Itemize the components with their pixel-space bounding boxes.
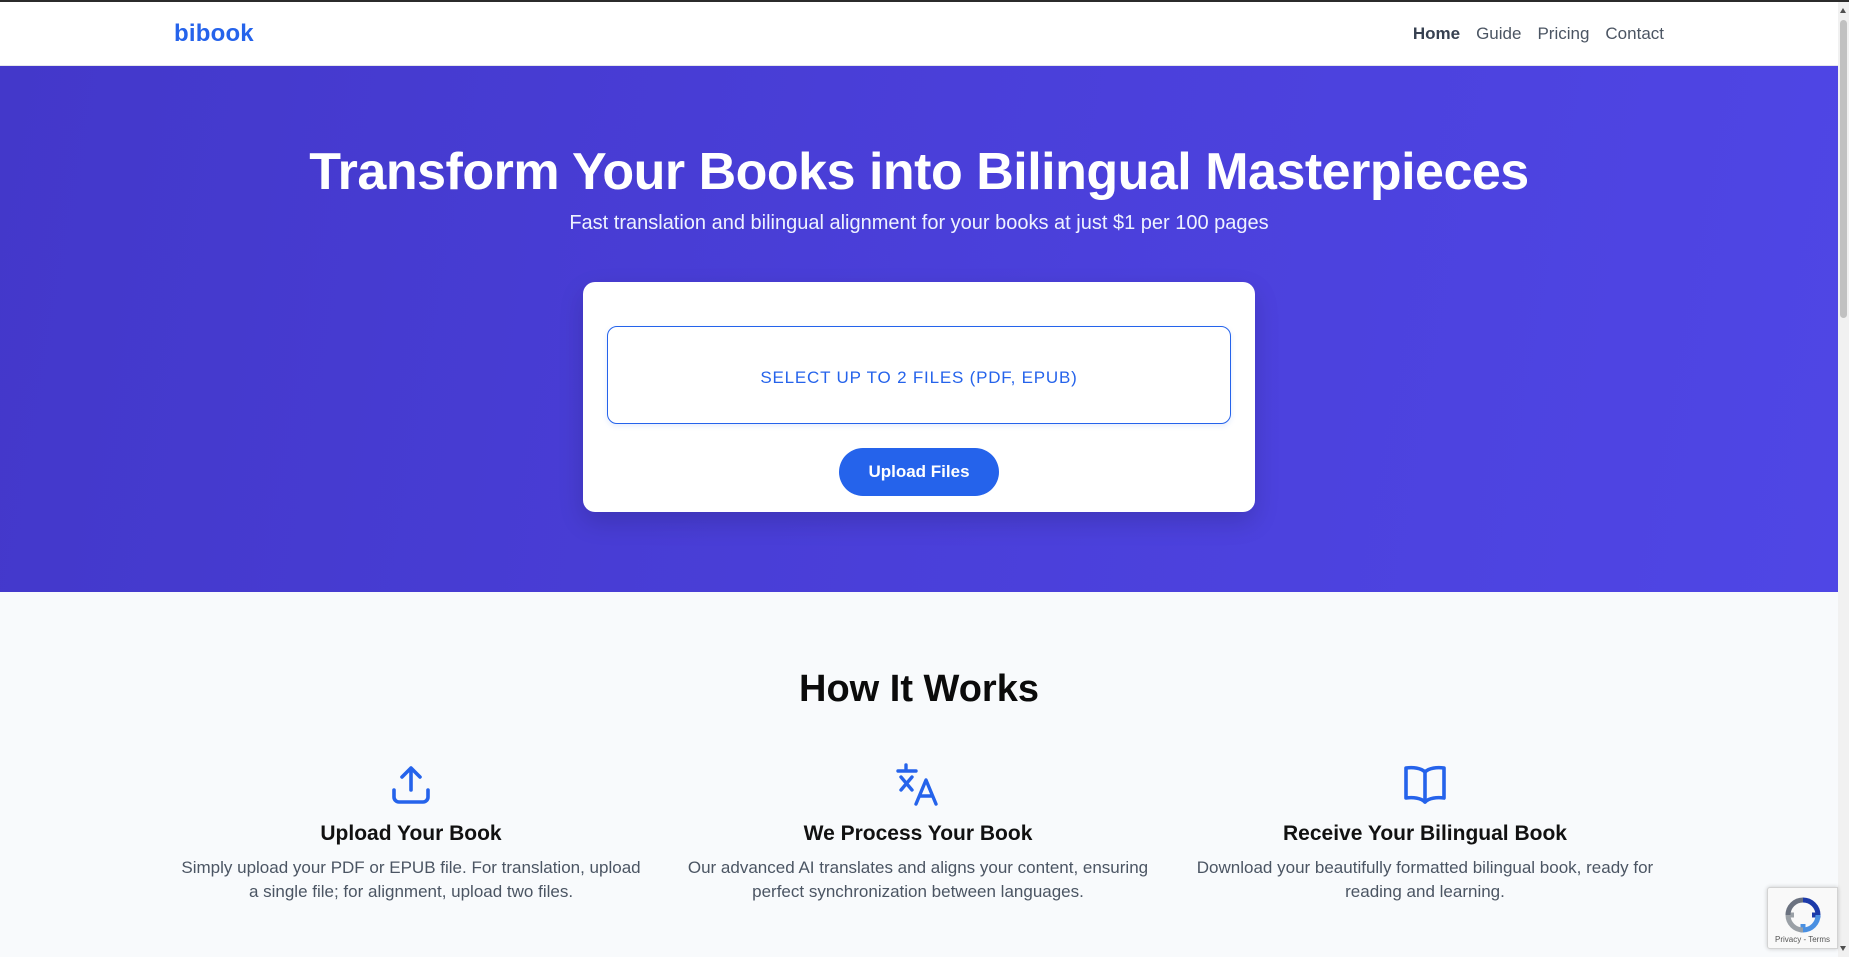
translate-icon: [896, 763, 938, 806]
step-upload-title: Upload Your Book: [320, 822, 502, 845]
how-it-works-title: How It Works: [799, 668, 1039, 710]
book-open-icon: [1404, 765, 1446, 804]
scroll-down-arrow-icon[interactable]: [1840, 946, 1846, 951]
step-upload-desc: Simply upload your PDF or EPUB file. For…: [181, 858, 641, 901]
upload-files-button[interactable]: Upload Files: [839, 448, 999, 496]
scroll-up-arrow-icon[interactable]: [1840, 8, 1846, 13]
file-select-label: SELECT UP TO 2 FILES (PDF, EPUB): [760, 368, 1078, 387]
file-select-input[interactable]: SELECT UP TO 2 FILES (PDF, EPUB): [607, 326, 1231, 424]
step-upload: Upload Your Book Simply upload your PDF …: [171, 760, 651, 904]
nav-pricing[interactable]: Pricing: [1537, 24, 1589, 44]
step-receive: Receive Your Bilingual Book Download you…: [1185, 760, 1665, 904]
brand-logo[interactable]: bibook: [174, 20, 254, 48]
navbar: bibook Home Guide Pricing Contact: [0, 2, 1838, 66]
nav-home[interactable]: Home: [1413, 24, 1460, 44]
step-process-desc: Our advanced AI translates and aligns yo…: [687, 858, 1149, 901]
how-it-works-section: How It Works Upload Your Book Simply upl…: [0, 592, 1838, 957]
recaptcha-links[interactable]: Privacy - Terms: [1768, 935, 1837, 944]
scroll-thumb[interactable]: [1840, 20, 1847, 318]
hero-section: Transform Your Books into Bilingual Mast…: [0, 66, 1838, 592]
step-receive-title: Receive Your Bilingual Book: [1283, 822, 1567, 845]
step-receive-desc: Download your beautifully formatted bili…: [1196, 858, 1654, 901]
upload-card: SELECT UP TO 2 FILES (PDF, EPUB) Upload …: [583, 282, 1255, 512]
step-process-title: We Process Your Book: [803, 822, 1033, 845]
nav-links: Home Guide Pricing Contact: [1413, 24, 1664, 44]
hero-subtitle: Fast translation and bilingual alignment…: [569, 212, 1269, 234]
recaptcha-badge[interactable]: Privacy - Terms: [1767, 887, 1838, 949]
upload-icon: [392, 766, 430, 804]
nav-guide[interactable]: Guide: [1476, 24, 1521, 44]
step-process: We Process Your Book Our advanced AI tra…: [678, 760, 1158, 904]
page-scrollbar[interactable]: [1838, 2, 1849, 957]
hero-title: Transform Your Books into Bilingual Mast…: [309, 143, 1529, 201]
nav-contact[interactable]: Contact: [1605, 24, 1664, 44]
recaptcha-icon: [1785, 897, 1821, 933]
